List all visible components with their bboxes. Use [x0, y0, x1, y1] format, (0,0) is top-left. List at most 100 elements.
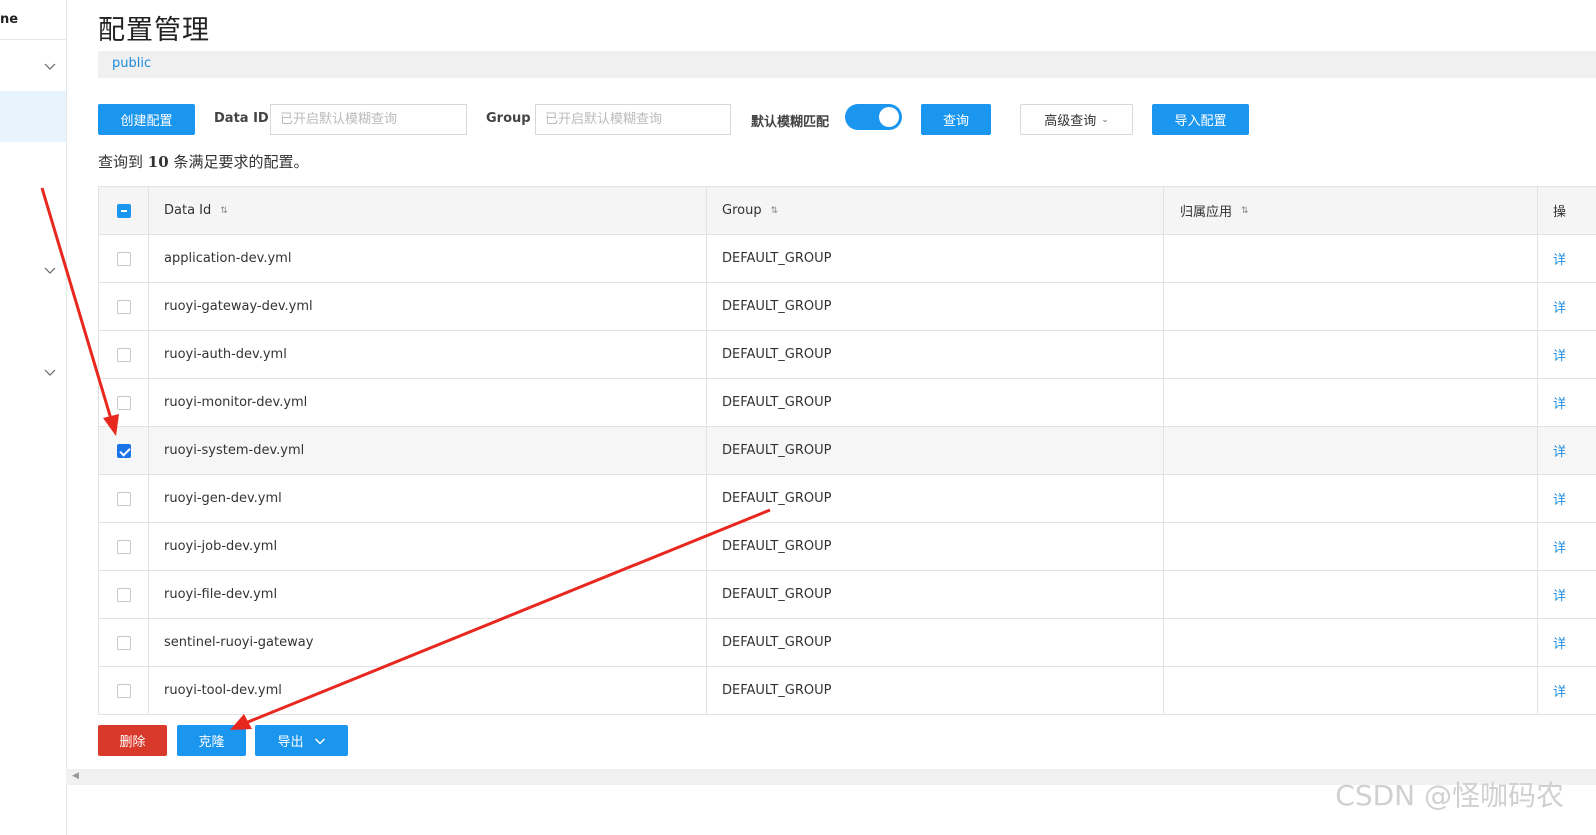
- row-checkbox[interactable]: [116, 347, 131, 362]
- export-dropdown-button[interactable]: 导出: [255, 725, 348, 756]
- cell-app: [1164, 475, 1538, 522]
- query-button[interactable]: 查询: [921, 104, 991, 135]
- fuzzy-match-label: 默认模糊匹配: [751, 115, 830, 130]
- group-input[interactable]: [535, 104, 731, 135]
- chevron-down-icon[interactable]: [44, 366, 56, 378]
- row-checkbox[interactable]: [116, 251, 131, 266]
- row-checkbox-cell: [99, 667, 149, 714]
- cell-data-id: ruoyi-gateway-dev.yml: [149, 283, 707, 330]
- table-header: Data Id ⇅ Group ⇅ 归属应用 ⇅ 操: [99, 187, 1596, 235]
- header-app[interactable]: 归属应用 ⇅: [1164, 187, 1538, 234]
- chevron-down-icon[interactable]: [44, 60, 56, 72]
- import-config-button[interactable]: 导入配置: [1152, 104, 1249, 135]
- table-row[interactable]: ruoyi-file-dev.yml DEFAULT_GROUP 详: [99, 571, 1596, 619]
- table-row[interactable]: ruoyi-auth-dev.yml DEFAULT_GROUP 详: [99, 331, 1596, 379]
- table-row[interactable]: ruoyi-gateway-dev.yml DEFAULT_GROUP 详: [99, 283, 1596, 331]
- data-id-input[interactable]: [270, 104, 467, 135]
- create-config-button[interactable]: 创建配置: [98, 104, 195, 135]
- cell-data-id: application-dev.yml: [149, 235, 707, 282]
- row-checkbox-cell: [99, 571, 149, 618]
- cell-app: [1164, 235, 1538, 282]
- row-checkbox[interactable]: [116, 587, 131, 602]
- fuzzy-match-toggle[interactable]: [845, 104, 902, 130]
- chevron-down-icon: [314, 737, 325, 745]
- page-title: 配置管理: [98, 15, 210, 46]
- cell-app: [1164, 571, 1538, 618]
- sidebar: ne: [0, 0, 67, 835]
- row-checkbox[interactable]: [116, 395, 131, 410]
- row-checkbox[interactable]: [116, 299, 131, 314]
- cell-data-id: ruoyi-job-dev.yml: [149, 523, 707, 570]
- clone-button[interactable]: 克隆: [177, 725, 246, 756]
- header-ops: 操: [1553, 205, 1567, 220]
- select-all-checkbox[interactable]: [116, 203, 131, 218]
- cell-app: [1164, 523, 1538, 570]
- group-label: Group: [486, 111, 531, 126]
- detail-link[interactable]: 详: [1538, 379, 1596, 426]
- result-summary: 查询到 10 条满足要求的配置。: [98, 151, 308, 172]
- cell-app: [1164, 331, 1538, 378]
- sort-icon[interactable]: ⇅: [771, 206, 779, 216]
- table-row[interactable]: ruoyi-tool-dev.yml DEFAULT_GROUP 详: [99, 667, 1596, 715]
- table-row[interactable]: ruoyi-system-dev.yml DEFAULT_GROUP 详: [99, 427, 1596, 475]
- cell-data-id: ruoyi-monitor-dev.yml: [149, 379, 707, 426]
- row-checkbox-cell: [99, 475, 149, 522]
- watermark: CSDN @怪咖码农: [1335, 779, 1564, 812]
- header-data-id-label: Data Id: [164, 203, 212, 218]
- cell-app: [1164, 667, 1538, 714]
- table-row[interactable]: ruoyi-monitor-dev.yml DEFAULT_GROUP 详: [99, 379, 1596, 427]
- scroll-left-icon[interactable]: ◀: [72, 771, 79, 781]
- sidebar-divider: [0, 39, 66, 40]
- cell-group: DEFAULT_GROUP: [707, 619, 1164, 666]
- namespace-tab-public[interactable]: public: [112, 56, 151, 71]
- namespace-bar: public: [98, 51, 1596, 78]
- data-id-label: Data ID: [214, 111, 269, 126]
- cell-group: DEFAULT_GROUP: [707, 427, 1164, 474]
- cell-data-id: ruoyi-system-dev.yml: [149, 427, 707, 474]
- cell-group: DEFAULT_GROUP: [707, 331, 1164, 378]
- detail-link[interactable]: 详: [1538, 667, 1596, 714]
- cell-group: DEFAULT_GROUP: [707, 523, 1164, 570]
- table-row[interactable]: sentinel-ruoyi-gateway DEFAULT_GROUP 详: [99, 619, 1596, 667]
- cell-data-id: ruoyi-auth-dev.yml: [149, 331, 707, 378]
- summary-prefix: 查询到: [98, 153, 144, 171]
- toggle-knob: [879, 107, 899, 127]
- cell-app: [1164, 427, 1538, 474]
- detail-link[interactable]: 详: [1538, 523, 1596, 570]
- table-row[interactable]: ruoyi-job-dev.yml DEFAULT_GROUP 详: [99, 523, 1596, 571]
- row-checkbox-cell: [99, 331, 149, 378]
- row-checkbox-cell: [99, 427, 149, 474]
- detail-link[interactable]: 详: [1538, 283, 1596, 330]
- detail-link[interactable]: 详: [1538, 331, 1596, 378]
- cell-group: DEFAULT_GROUP: [707, 475, 1164, 522]
- row-checkbox[interactable]: [116, 539, 131, 554]
- sidebar-item-active[interactable]: [0, 91, 66, 142]
- detail-link[interactable]: 详: [1538, 571, 1596, 618]
- row-checkbox[interactable]: [116, 491, 131, 506]
- table-row[interactable]: application-dev.yml DEFAULT_GROUP 详: [99, 235, 1596, 283]
- header-app-label: 归属应用: [1180, 205, 1233, 220]
- row-checkbox-cell: [99, 379, 149, 426]
- header-data-id[interactable]: Data Id ⇅: [149, 187, 707, 234]
- detail-link[interactable]: 详: [1538, 235, 1596, 282]
- cell-group: DEFAULT_GROUP: [707, 235, 1164, 282]
- export-label: 导出: [277, 735, 304, 750]
- cell-data-id: sentinel-ruoyi-gateway: [149, 619, 707, 666]
- table-row[interactable]: ruoyi-gen-dev.yml DEFAULT_GROUP 详: [99, 475, 1596, 523]
- row-checkbox[interactable]: [116, 683, 131, 698]
- advanced-query-dropdown[interactable]: 高级查询 ⌄: [1020, 104, 1133, 135]
- row-checkbox[interactable]: [116, 635, 131, 650]
- detail-link[interactable]: 详: [1538, 619, 1596, 666]
- header-group-label: Group: [722, 203, 762, 218]
- sort-icon[interactable]: ⇅: [1241, 206, 1249, 216]
- row-checkbox-cell: [99, 235, 149, 282]
- cell-group: DEFAULT_GROUP: [707, 379, 1164, 426]
- detail-link[interactable]: 详: [1538, 475, 1596, 522]
- header-group[interactable]: Group ⇅: [707, 187, 1164, 234]
- detail-link[interactable]: 详: [1538, 427, 1596, 474]
- cell-group: DEFAULT_GROUP: [707, 283, 1164, 330]
- row-checkbox[interactable]: [116, 443, 131, 458]
- sort-icon[interactable]: ⇅: [220, 206, 228, 216]
- delete-button[interactable]: 删除: [98, 725, 167, 756]
- chevron-down-icon[interactable]: [44, 264, 56, 276]
